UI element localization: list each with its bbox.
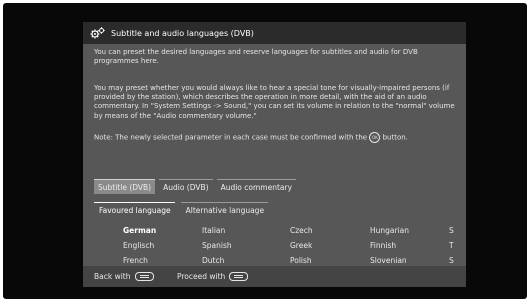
language-grid: German Italian Czech Hungarian S Englisc…: [83, 226, 466, 268]
intro-text: You can preset the desired languages and…: [94, 48, 418, 66]
dialog-body: You can preset the desired languages and…: [83, 44, 466, 266]
note-text-start: Note: The newly selected parameter in ea…: [94, 133, 368, 142]
back-hint[interactable]: Back with: [94, 272, 154, 281]
language-option[interactable]: Czech: [290, 226, 313, 235]
subtab-alternative-language[interactable]: Alternative language: [180, 202, 269, 217]
settings-dialog: Subtitle and audio languages (DVB) You c…: [83, 22, 466, 287]
language-option[interactable]: Spanish: [202, 241, 232, 250]
back-label: Back with: [94, 272, 131, 281]
commentary-text: You may preset whether you would always …: [94, 84, 455, 120]
language-option[interactable]: S: [449, 226, 454, 235]
language-subtabs: Favoured language Alternative language: [94, 202, 274, 216]
language-option[interactable]: T: [449, 241, 454, 250]
dialog-footer: Back with Proceed with: [83, 266, 466, 287]
language-option[interactable]: S: [449, 256, 454, 265]
dialog-title: Subtitle and audio languages (DVB): [111, 28, 254, 38]
tv-screen: Subtitle and audio languages (DVB) You c…: [3, 3, 527, 299]
proceed-hint[interactable]: Proceed with: [177, 272, 249, 281]
ok-button-icon: OK: [369, 132, 381, 143]
tab-subtitle-dvb[interactable]: Subtitle (DVB): [94, 179, 156, 194]
proceed-key-icon: [229, 272, 249, 281]
subtab-favoured-language[interactable]: Favoured language: [94, 202, 175, 217]
language-option[interactable]: Dutch: [202, 256, 224, 265]
back-key-icon: [134, 272, 154, 281]
note-text: Note: The newly selected parameter in ea…: [94, 132, 459, 143]
language-option[interactable]: Englisch: [123, 241, 154, 250]
language-option-selected[interactable]: German: [123, 226, 156, 235]
language-option[interactable]: Slovenian: [370, 256, 407, 265]
note-text-end: button.: [382, 133, 408, 142]
language-option[interactable]: Greek: [290, 241, 312, 250]
language-option[interactable]: Italian: [202, 226, 225, 235]
language-option[interactable]: Finnish: [370, 241, 396, 250]
gears-icon: [90, 27, 106, 39]
language-option[interactable]: French: [123, 256, 148, 265]
proceed-label: Proceed with: [177, 272, 226, 281]
tab-audio-dvb[interactable]: Audio (DVB): [159, 179, 213, 194]
language-option[interactable]: Polish: [290, 256, 312, 265]
language-tabs: Subtitle (DVB) Audio (DVB) Audio comment…: [94, 179, 300, 194]
tab-audio-commentary[interactable]: Audio commentary: [216, 179, 297, 194]
language-option[interactable]: Hungarian: [370, 226, 409, 235]
dialog-title-bar: Subtitle and audio languages (DVB): [83, 22, 466, 44]
